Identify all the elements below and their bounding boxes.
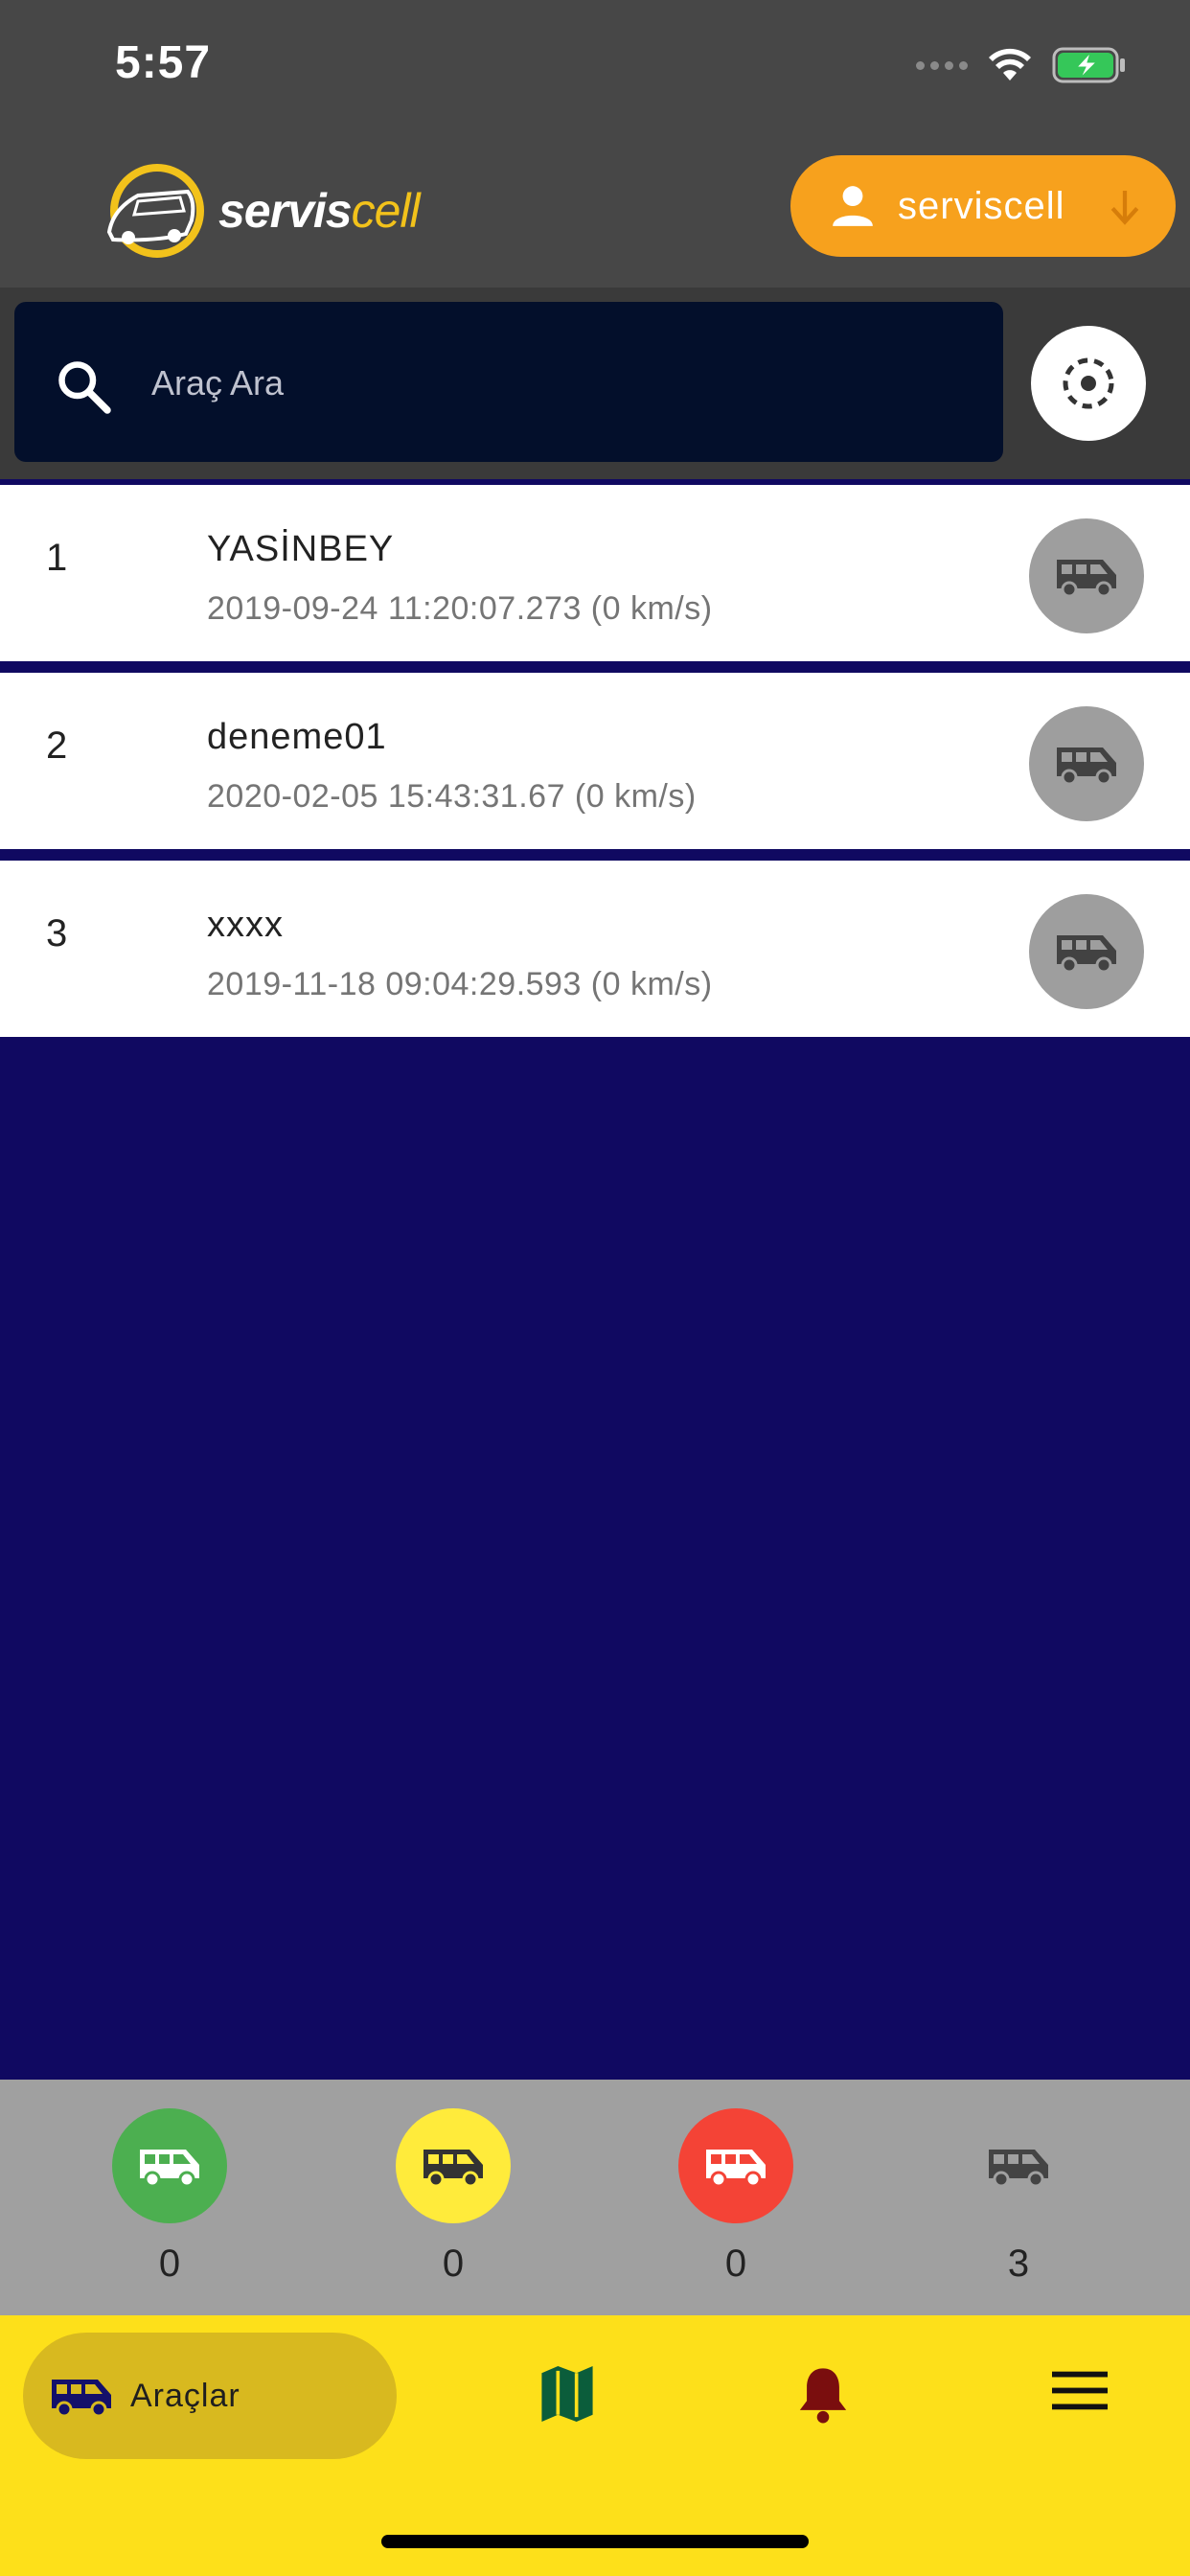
list-item-name: YASİNBEY [207, 529, 395, 569]
status-bar: 5:57 [0, 0, 1190, 139]
signal-icon [916, 60, 968, 70]
locate-button[interactable] [1031, 326, 1146, 441]
van-icon [1057, 935, 1116, 974]
van-icon [706, 2150, 766, 2188]
summary-stopped-count: 0 [724, 2242, 747, 2285]
search-box [14, 302, 1003, 462]
van-icon [423, 2150, 483, 2188]
summary-moving-badge [112, 2108, 227, 2223]
vehicle-status-button[interactable] [1029, 706, 1144, 821]
home-indicator [381, 2535, 809, 2548]
list-item-name: deneme01 [207, 717, 387, 757]
wifi-icon [989, 48, 1031, 80]
user-account-button[interactable]: serviscell [790, 155, 1176, 257]
brand-name-cell: cell [351, 184, 421, 238]
battery-charging-icon [1052, 47, 1125, 83]
list-item[interactable]: 2 deneme01 2020-02-05 15:43:31.67 (0 km/… [0, 667, 1190, 849]
user-account-label: serviscell [898, 184, 1065, 227]
brand-name: serviscell [218, 183, 421, 239]
summary-idle-count: 0 [442, 2242, 465, 2285]
list-item[interactable]: 1 YASİNBEY 2019-09-24 11:20:07.273 (0 km… [0, 479, 1190, 661]
van-icon [1057, 748, 1116, 786]
status-time: 5:57 [115, 37, 212, 88]
person-icon [833, 186, 873, 226]
summary-moving[interactable]: 0 [83, 2108, 256, 2286]
arrow-down-icon [1110, 191, 1139, 225]
list-item-meta: 2019-09-24 11:20:07.273 (0 km/s) [207, 590, 713, 627]
summary-stopped-badge [678, 2108, 793, 2223]
summary-idle[interactable]: 0 [367, 2108, 539, 2286]
bell-icon[interactable] [795, 2363, 851, 2425]
app-header: serviscell serviscell [0, 139, 1190, 288]
vehicle-status-button[interactable] [1029, 518, 1144, 633]
brand-name-servis: servis [218, 184, 353, 238]
summary-stopped[interactable]: 0 [650, 2108, 822, 2286]
summary-moving-count: 0 [158, 2242, 181, 2285]
list-item-name: xxxx [207, 905, 284, 945]
summary-offline-count: 3 [1007, 2242, 1030, 2285]
list-item-index: 3 [46, 912, 68, 954]
van-icon [989, 2150, 1048, 2188]
list-item-meta: 2019-11-18 09:04:29.593 (0 km/s) [207, 966, 713, 1002]
summary-idle-badge [396, 2108, 511, 2223]
vehicle-list: 1 YASİNBEY 2019-09-24 11:20:07.273 (0 km… [0, 479, 1190, 1037]
list-item[interactable]: 3 xxxx 2019-11-18 09:04:29.593 (0 km/s) [0, 855, 1190, 1037]
map-icon[interactable] [539, 2363, 595, 2425]
brand-logo: serviscell [100, 158, 421, 264]
list-item-index: 2 [46, 724, 68, 767]
van-icon [140, 2150, 199, 2188]
search-icon [58, 361, 111, 414]
van-icon [52, 2380, 111, 2418]
nav-vehicles-tab[interactable]: Araçlar [23, 2333, 397, 2459]
nav-vehicles-label: Araçlar [130, 2377, 240, 2414]
summary-offline[interactable]: 3 [932, 2108, 1105, 2286]
status-icons [916, 44, 1127, 86]
vehicle-search-input[interactable] [151, 350, 975, 417]
vehicle-status-button[interactable] [1029, 894, 1144, 1009]
search-row [0, 288, 1190, 479]
list-item-index: 1 [46, 537, 68, 579]
menu-icon[interactable] [1052, 2369, 1108, 2411]
bus-logo-icon [106, 164, 204, 258]
summary-offline-badge [961, 2108, 1076, 2223]
gps-locate-icon [1063, 357, 1114, 409]
van-icon [1057, 560, 1116, 598]
list-item-meta: 2020-02-05 15:43:31.67 (0 km/s) [207, 778, 697, 815]
vehicle-status-summary: 0 0 0 3 [0, 2080, 1190, 2315]
